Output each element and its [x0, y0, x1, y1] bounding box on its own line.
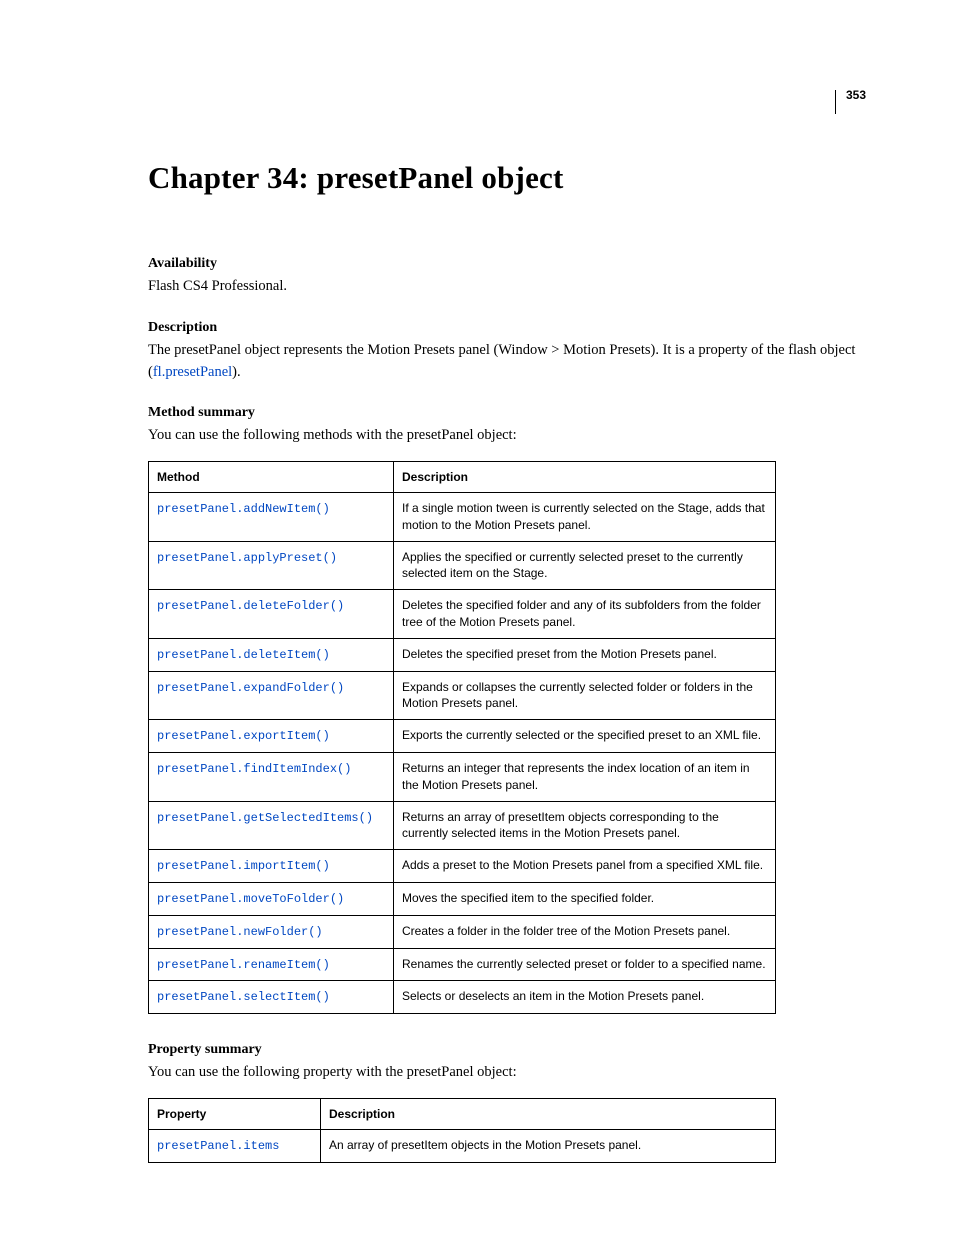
method-link[interactable]: presetPanel.addNewItem() — [157, 502, 330, 516]
method-cell: presetPanel.getSelectedItems() — [149, 801, 394, 850]
description-cell: Deletes the specified folder and any of … — [394, 590, 776, 639]
property-summary-intro: You can use the following property with … — [148, 1062, 866, 1084]
table-row: presetPanel.findItemIndex() Returns an in… — [149, 752, 776, 801]
description-cell: Creates a folder in the folder tree of t… — [394, 915, 776, 948]
table-row: presetPanel.renameItem() Renames the curr… — [149, 948, 776, 981]
table-row: presetPanel.addNewItem() If a single moti… — [149, 493, 776, 542]
description-cell: Selects or deselects an item in the Moti… — [394, 981, 776, 1014]
table-header-row: Property Description — [149, 1098, 776, 1129]
page: 353 Chapter 34: presetPanel object Avail… — [0, 0, 954, 1223]
method-link[interactable]: presetPanel.items — [157, 1139, 279, 1153]
table-row: presetPanel.moveToFolder() Moves the spec… — [149, 882, 776, 915]
method-link[interactable]: presetPanel.renameItem() — [157, 958, 330, 972]
description-cell: Moves the specified item to the specifie… — [394, 882, 776, 915]
description-text: The presetPanel object represents the Mo… — [148, 340, 866, 384]
description-cell: Adds a preset to the Motion Presets pane… — [394, 850, 776, 883]
method-cell: presetPanel.items — [149, 1129, 321, 1162]
description-cell: Expands or collapses the currently selec… — [394, 671, 776, 720]
method-cell: presetPanel.addNewItem() — [149, 493, 394, 542]
description-cell: Returns an array of presetItem objects c… — [394, 801, 776, 850]
method-link[interactable]: presetPanel.getSelectedItems() — [157, 811, 373, 825]
method-cell: presetPanel.deleteFolder() — [149, 590, 394, 639]
method-link[interactable]: presetPanel.moveToFolder() — [157, 892, 344, 906]
method-cell: presetPanel.newFolder() — [149, 915, 394, 948]
method-link[interactable]: presetPanel.newFolder() — [157, 925, 323, 939]
description-cell: Exports the currently selected or the sp… — [394, 720, 776, 753]
method-cell: presetPanel.moveToFolder() — [149, 882, 394, 915]
table-row: presetPanel.selectItem() Selects or desel… — [149, 981, 776, 1014]
description-cell: Returns an integer that represents the i… — [394, 752, 776, 801]
method-cell: presetPanel.renameItem() — [149, 948, 394, 981]
availability-heading: Availability — [148, 256, 866, 272]
table-row: presetPanel.expandFolder() Expands or col… — [149, 671, 776, 720]
description-cell: Applies the specified or currently selec… — [394, 541, 776, 590]
table-row: presetPanel.newFolder() Creates a folder … — [149, 915, 776, 948]
col-description: Description — [321, 1098, 776, 1129]
method-cell: presetPanel.deleteItem() — [149, 638, 394, 671]
method-link[interactable]: presetPanel.exportItem() — [157, 729, 330, 743]
chapter-title: Chapter 34: presetPanel object — [148, 160, 866, 196]
table-row: presetPanel.exportItem() Exports the curr… — [149, 720, 776, 753]
table-row: presetPanel.deleteItem() Deletes the spec… — [149, 638, 776, 671]
method-link[interactable]: presetPanel.deleteItem() — [157, 648, 330, 662]
col-method: Method — [149, 462, 394, 493]
page-number: 353 — [835, 90, 866, 114]
method-cell: presetPanel.selectItem() — [149, 981, 394, 1014]
description-heading: Description — [148, 320, 866, 336]
method-link[interactable]: presetPanel.findItemIndex() — [157, 762, 351, 776]
table-row: presetPanel.deleteFolder() Deletes the sp… — [149, 590, 776, 639]
col-description: Description — [394, 462, 776, 493]
table-row: presetPanel.importItem() Adds a preset to… — [149, 850, 776, 883]
col-property: Property — [149, 1098, 321, 1129]
method-link[interactable]: presetPanel.importItem() — [157, 859, 330, 873]
table-header-row: Method Description — [149, 462, 776, 493]
method-summary-table: Method Description presetPanel.addNewIte… — [148, 461, 776, 1014]
method-cell: presetPanel.exportItem() — [149, 720, 394, 753]
method-summary-heading: Method summary — [148, 405, 866, 421]
desc-pre: The presetPanel object represents the Mo… — [148, 342, 855, 380]
property-summary-heading: Property summary — [148, 1042, 866, 1058]
table-row: presetPanel.items An array of presetItem … — [149, 1129, 776, 1162]
description-cell: Deletes the specified preset from the Mo… — [394, 638, 776, 671]
method-cell: presetPanel.expandFolder() — [149, 671, 394, 720]
table-row: presetPanel.applyPreset() Applies the spe… — [149, 541, 776, 590]
method-link[interactable]: presetPanel.expandFolder() — [157, 681, 344, 695]
method-summary-intro: You can use the following methods with t… — [148, 425, 866, 447]
method-cell: presetPanel.findItemIndex() — [149, 752, 394, 801]
desc-post: ). — [232, 364, 240, 380]
availability-text: Flash CS4 Professional. — [148, 276, 866, 298]
method-cell: presetPanel.importItem() — [149, 850, 394, 883]
description-cell: An array of presetItem objects in the Mo… — [321, 1129, 776, 1162]
method-cell: presetPanel.applyPreset() — [149, 541, 394, 590]
property-summary-table: Property Description presetPanel.items An… — [148, 1098, 776, 1163]
table-row: presetPanel.getSelectedItems() Returns an… — [149, 801, 776, 850]
method-link[interactable]: presetPanel.selectItem() — [157, 990, 330, 1004]
method-link[interactable]: presetPanel.applyPreset() — [157, 551, 337, 565]
description-cell: Renames the currently selected preset or… — [394, 948, 776, 981]
method-link[interactable]: presetPanel.deleteFolder() — [157, 599, 344, 613]
description-cell: If a single motion tween is currently se… — [394, 493, 776, 542]
fl-presetpanel-link[interactable]: fl.presetPanel — [153, 364, 232, 380]
